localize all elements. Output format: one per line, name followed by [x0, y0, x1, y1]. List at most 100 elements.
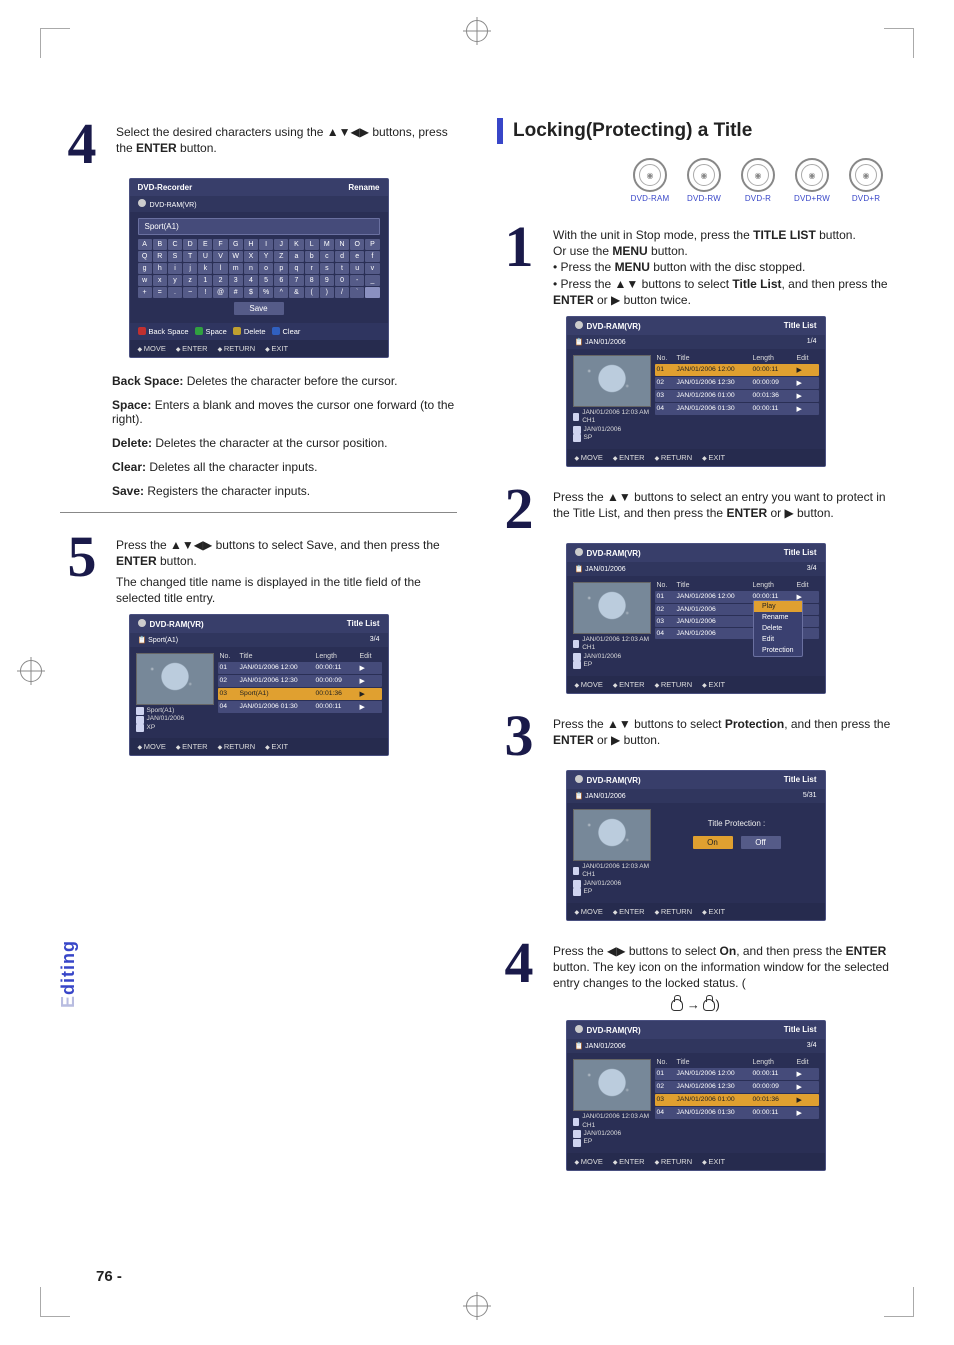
key[interactable]: i	[168, 263, 182, 274]
key[interactable]: O	[350, 239, 364, 250]
key[interactable]: 3	[229, 275, 243, 286]
key[interactable]: 9	[320, 275, 334, 286]
key[interactable]: 5	[259, 275, 273, 286]
key[interactable]: !	[198, 287, 212, 298]
key[interactable]: T	[183, 251, 197, 262]
table-row[interactable]: 02JAN/01/2006 12:3000:00:09▶	[655, 377, 819, 389]
key[interactable]: G	[229, 239, 243, 250]
rename-field[interactable]	[138, 218, 380, 235]
key[interactable]: D	[183, 239, 197, 250]
key[interactable]: Q	[138, 251, 152, 262]
key[interactable]: o	[259, 263, 273, 274]
key[interactable]: )	[320, 287, 334, 298]
opt-space[interactable]: Space	[195, 327, 227, 336]
key[interactable]: X	[244, 251, 258, 262]
opt-backspace[interactable]: Back Space	[138, 327, 189, 336]
table-row[interactable]: 02JAN/01/2006 12:3000:00:09▶	[218, 675, 382, 687]
key[interactable]: A	[138, 239, 152, 250]
key[interactable]: a	[289, 251, 303, 262]
key[interactable]: z	[183, 275, 197, 286]
key[interactable]: r	[305, 263, 319, 274]
table-row[interactable]: 03JAN/01/2006 01:0000:01:36▶	[655, 390, 819, 402]
key[interactable]: &	[289, 287, 303, 298]
table-row[interactable]: 01JAN/01/2006 12:0000:00:11▶	[218, 662, 382, 674]
key[interactable]: S	[168, 251, 182, 262]
key[interactable]: =	[153, 287, 167, 298]
key[interactable]: W	[229, 251, 243, 262]
table-row[interactable]: 01JAN/01/2006 12:0000:00:11▶	[655, 364, 819, 376]
key[interactable]: k	[198, 263, 212, 274]
key[interactable]: @	[213, 287, 227, 298]
key[interactable]: 0	[335, 275, 349, 286]
key[interactable]: 6	[274, 275, 288, 286]
key[interactable]: e	[350, 251, 364, 262]
key[interactable]: w	[138, 275, 152, 286]
on-button[interactable]: On	[693, 836, 733, 849]
key[interactable]: P	[365, 239, 379, 250]
key[interactable]: q	[289, 263, 303, 274]
key[interactable]: u	[350, 263, 364, 274]
key[interactable]: E	[198, 239, 212, 250]
key[interactable]: .	[168, 287, 182, 298]
key[interactable]: y	[168, 275, 182, 286]
key[interactable]: #	[229, 287, 243, 298]
osd-keyboard[interactable]: ABCDEFGHIJKLMNOPQRSTUVWXYZabcdefghijklmn…	[138, 239, 380, 298]
key[interactable]: N	[335, 239, 349, 250]
key[interactable]: 4	[244, 275, 258, 286]
opt-clear[interactable]: Clear	[272, 327, 301, 336]
key[interactable]: ~	[183, 287, 197, 298]
key[interactable]: c	[320, 251, 334, 262]
key[interactable]: l	[213, 263, 227, 274]
table-row[interactable]: 04JAN/01/2006 01:3000:00:11▶	[655, 403, 819, 415]
opt-delete[interactable]: Delete	[233, 327, 266, 336]
key[interactable]: I	[259, 239, 273, 250]
key[interactable]: -	[350, 275, 364, 286]
key[interactable]: +	[138, 287, 152, 298]
key[interactable]: K	[289, 239, 303, 250]
key[interactable]: `	[350, 287, 364, 298]
save-key[interactable]: Save	[234, 302, 284, 315]
key[interactable]: 1	[198, 275, 212, 286]
popup-item[interactable]: Play	[754, 601, 802, 612]
key[interactable]: $	[244, 287, 258, 298]
table-row[interactable]: 02JAN/01/2006 12:3000:00:09▶	[655, 1081, 819, 1093]
key[interactable]: Y	[259, 251, 273, 262]
key[interactable]: t	[335, 263, 349, 274]
key[interactable]: b	[305, 251, 319, 262]
key[interactable]: j	[183, 263, 197, 274]
key[interactable]: %	[259, 287, 273, 298]
key[interactable]: g	[138, 263, 152, 274]
off-button[interactable]: Off	[741, 836, 781, 849]
key[interactable]: J	[274, 239, 288, 250]
key[interactable]: R	[153, 251, 167, 262]
key[interactable]: v	[365, 263, 379, 274]
key[interactable]: Z	[274, 251, 288, 262]
key[interactable]: p	[274, 263, 288, 274]
key[interactable]: L	[305, 239, 319, 250]
key[interactable]: x	[153, 275, 167, 286]
key[interactable]: h	[153, 263, 167, 274]
key[interactable]: 8	[305, 275, 319, 286]
key[interactable]: /	[335, 287, 349, 298]
key[interactable]: M	[320, 239, 334, 250]
key[interactable]: m	[229, 263, 243, 274]
key[interactable]: F	[213, 239, 227, 250]
key[interactable]: V	[213, 251, 227, 262]
popup-item[interactable]: Rename	[754, 612, 802, 623]
key[interactable]: f	[365, 251, 379, 262]
key[interactable]: B	[153, 239, 167, 250]
key[interactable]: (	[305, 287, 319, 298]
popup-item[interactable]: Edit	[754, 634, 802, 645]
table-row[interactable]: 04JAN/01/2006 01:3000:00:11▶	[218, 701, 382, 713]
key[interactable]: H	[244, 239, 258, 250]
key[interactable]: C	[168, 239, 182, 250]
popup-item[interactable]: Delete	[754, 623, 802, 634]
key[interactable]: s	[320, 263, 334, 274]
popup-item[interactable]: Protection	[754, 645, 802, 656]
key[interactable]	[365, 287, 379, 298]
key[interactable]: 7	[289, 275, 303, 286]
table-row[interactable]: 03Sport(A1)00:01:36▶	[218, 688, 382, 700]
key[interactable]: ^	[274, 287, 288, 298]
key[interactable]: d	[335, 251, 349, 262]
key[interactable]: _	[365, 275, 379, 286]
